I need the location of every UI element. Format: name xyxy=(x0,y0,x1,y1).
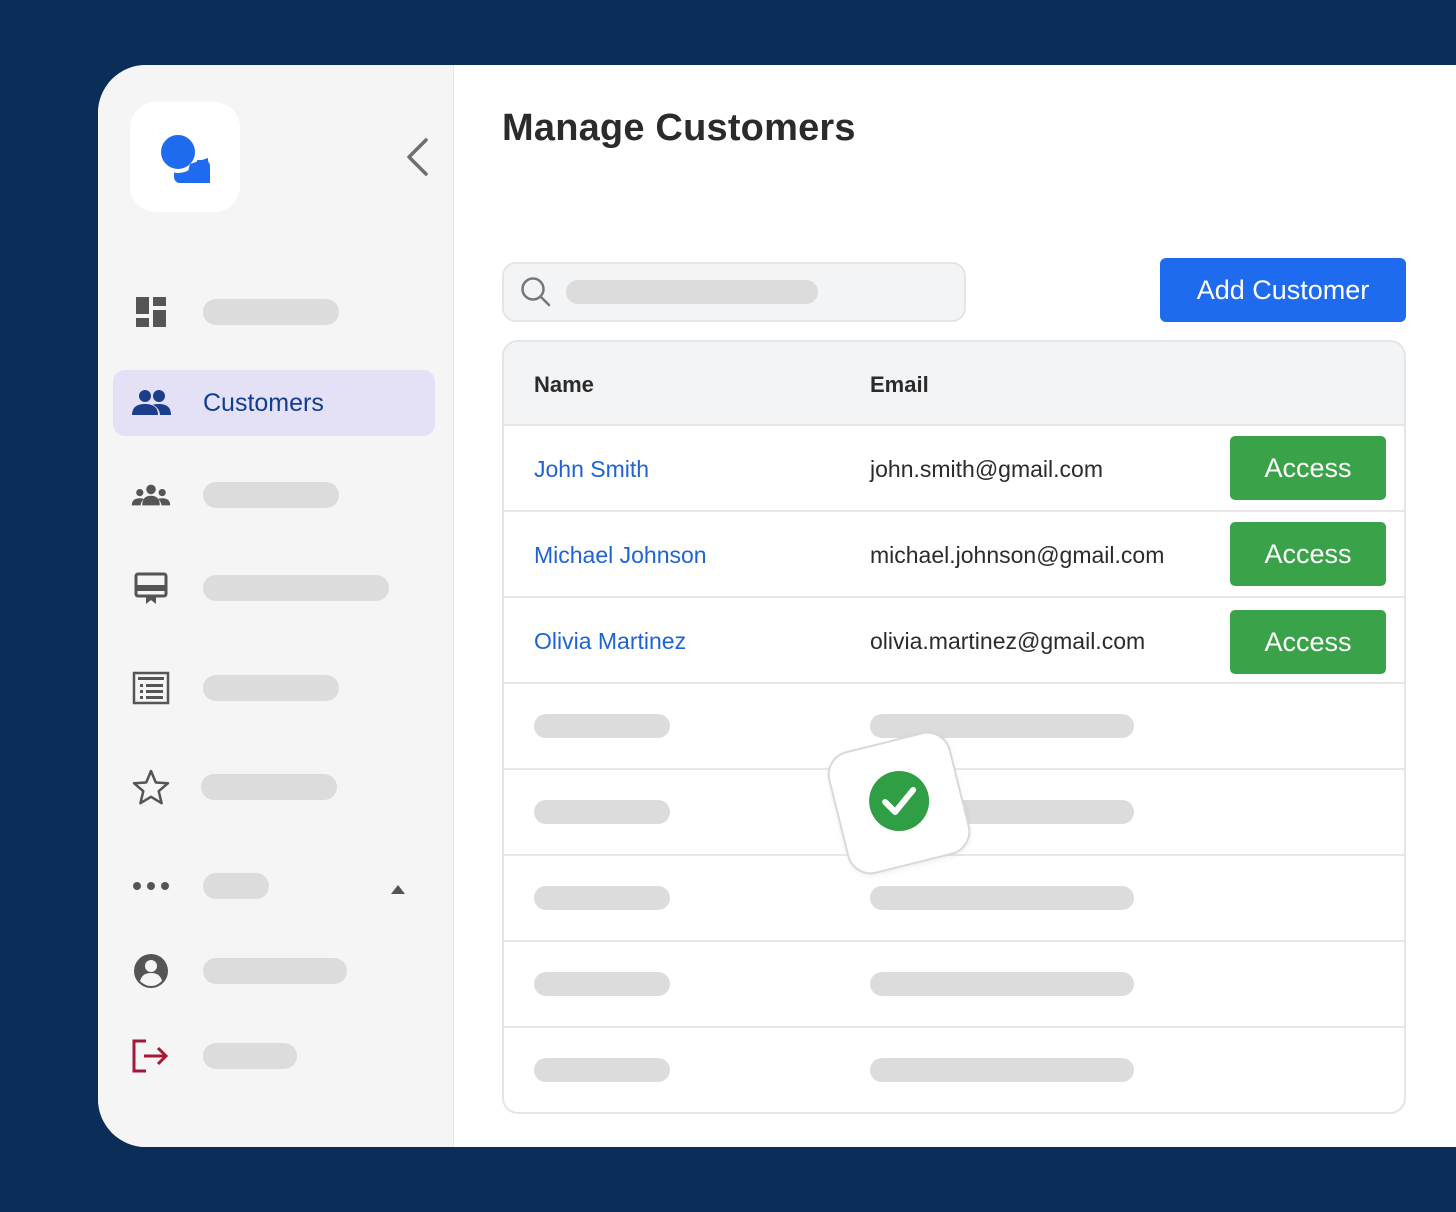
sidebar-item-label-placeholder xyxy=(203,482,339,508)
name-placeholder xyxy=(534,714,670,738)
sidebar-item-label: Customers xyxy=(203,388,324,417)
list-icon xyxy=(131,668,171,708)
dashboard-icon xyxy=(131,292,171,332)
email-placeholder xyxy=(870,972,1134,996)
groups-icon xyxy=(131,475,171,515)
search-box[interactable] xyxy=(502,262,966,322)
table-row-placeholder xyxy=(504,856,1404,942)
sidebar-item-list[interactable] xyxy=(113,655,435,721)
sidebar-item-account[interactable] xyxy=(113,938,435,1004)
chevron-left-icon xyxy=(407,138,428,176)
people-icon xyxy=(131,383,171,423)
table-row: Michael Johnson michael.johnson@gmail.co… xyxy=(504,512,1404,598)
customer-name-link[interactable]: John Smith xyxy=(534,456,649,483)
sidebar-item-label-placeholder xyxy=(203,873,269,899)
app-window: Customers Manage Customers Add Customer … xyxy=(98,65,1456,1147)
sidebar-item-label-placeholder xyxy=(203,675,339,701)
sidebar-item-more[interactable] xyxy=(113,853,435,919)
column-header-name[interactable]: Name xyxy=(534,372,594,398)
search-icon xyxy=(520,276,552,313)
sidebar: Customers xyxy=(98,65,454,1147)
sidebar-item-dashboard[interactable] xyxy=(113,279,435,345)
customer-email: olivia.martinez@gmail.com xyxy=(870,628,1146,654)
main-content: Manage Customers Add Customer Name Email… xyxy=(454,65,1456,1147)
customer-name-link[interactable]: Michael Johnson xyxy=(534,542,707,569)
table-row-placeholder xyxy=(504,1028,1404,1112)
page-title: Manage Customers xyxy=(502,107,856,149)
sidebar-item-label-placeholder xyxy=(203,958,347,984)
email-placeholder xyxy=(870,886,1134,910)
search-input[interactable] xyxy=(564,272,944,312)
name-placeholder xyxy=(534,1058,670,1082)
table-row: John Smith john.smith@gmail.com Access xyxy=(504,426,1404,512)
name-placeholder xyxy=(534,886,670,910)
name-placeholder xyxy=(534,800,670,824)
sidebar-item-customers[interactable]: Customers xyxy=(113,370,435,436)
sidebar-item-label-placeholder xyxy=(203,1043,297,1069)
more-icon xyxy=(131,866,171,906)
customers-table: Name Email John Smith john.smith@gmail.c… xyxy=(502,340,1406,1114)
card-icon xyxy=(131,568,171,608)
customer-email: michael.johnson@gmail.com xyxy=(870,542,1165,568)
access-button[interactable]: Access xyxy=(1230,610,1386,674)
check-circle-icon xyxy=(868,770,930,837)
logout-icon xyxy=(131,1036,171,1076)
column-header-email[interactable]: Email xyxy=(870,372,929,398)
table-row: Olivia Martinez olivia.martinez@gmail.co… xyxy=(504,598,1404,684)
caret-up-icon[interactable] xyxy=(391,881,405,899)
table-row-placeholder xyxy=(504,942,1404,1028)
star-icon xyxy=(131,767,171,807)
customer-email: john.smith@gmail.com xyxy=(870,456,1103,482)
sidebar-item-card[interactable] xyxy=(113,555,435,621)
sidebar-item-label-placeholder xyxy=(203,299,339,325)
app-logo[interactable] xyxy=(130,102,240,212)
add-customer-button[interactable]: Add Customer xyxy=(1160,258,1406,322)
sidebar-item-label-placeholder xyxy=(201,774,337,800)
collapse-sidebar-button[interactable] xyxy=(398,135,438,179)
sidebar-item-favorites[interactable] xyxy=(113,754,435,820)
chat-bubbles-logo-icon xyxy=(157,131,210,183)
sidebar-item-groups[interactable] xyxy=(113,462,435,528)
access-button[interactable]: Access xyxy=(1230,436,1386,500)
email-placeholder xyxy=(870,1058,1134,1082)
table-header: Name Email xyxy=(504,342,1404,426)
customer-name-link[interactable]: Olivia Martinez xyxy=(534,628,686,655)
name-placeholder xyxy=(534,972,670,996)
sidebar-item-label-placeholder xyxy=(203,575,389,601)
access-button[interactable]: Access xyxy=(1230,522,1386,586)
table-row-placeholder xyxy=(504,684,1404,770)
sidebar-item-logout[interactable] xyxy=(113,1023,435,1089)
account-icon xyxy=(131,951,171,991)
